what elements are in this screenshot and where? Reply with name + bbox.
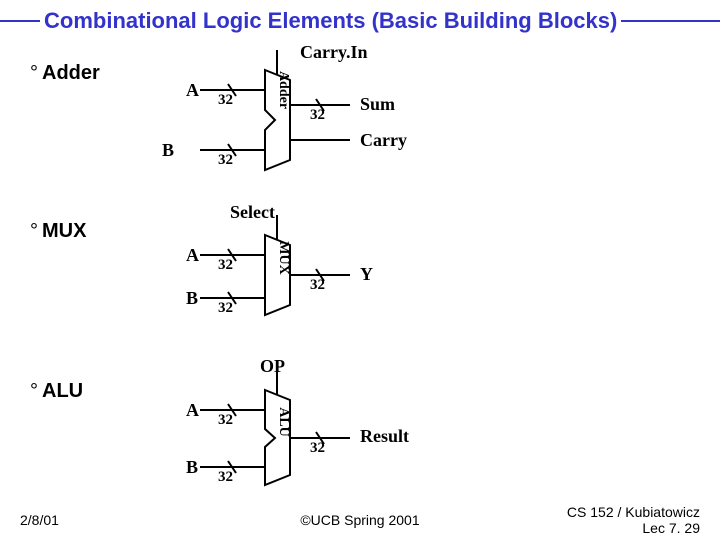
alu-input-a: A bbox=[186, 400, 199, 421]
heading-mux: MUX bbox=[42, 220, 86, 242]
alu-shape bbox=[265, 390, 290, 485]
mux-input-b: B bbox=[186, 288, 198, 309]
alu-bus-out: 32 bbox=[310, 440, 325, 457]
adder-bus-out: 32 bbox=[310, 107, 325, 124]
adder-carry-label: Carry bbox=[360, 130, 407, 151]
mux-y-label: Y bbox=[360, 264, 373, 285]
page-title: Combinational Logic Elements (Basic Buil… bbox=[40, 8, 621, 34]
adder-carryin-label: Carry.In bbox=[300, 42, 368, 63]
bullet-mux: °MUX bbox=[30, 220, 86, 243]
alu-input-b: B bbox=[186, 457, 198, 478]
footer-course-line1: CS 152 / Kubiatowicz bbox=[567, 504, 700, 520]
adder-input-a: A bbox=[186, 80, 199, 101]
adder-input-b: B bbox=[162, 140, 174, 161]
bullet-adder: °Adder bbox=[30, 62, 100, 85]
title-row: Combinational Logic Elements (Basic Buil… bbox=[0, 8, 720, 34]
alu-bus-b: 32 bbox=[218, 469, 233, 486]
mux-bus-a: 32 bbox=[218, 257, 233, 274]
title-rule-right bbox=[621, 20, 720, 22]
footer-course-line2: Lec 7. 29 bbox=[642, 520, 700, 536]
title-rule-left bbox=[0, 20, 40, 22]
mux-bus-b: 32 bbox=[218, 300, 233, 317]
mux-bus-out: 32 bbox=[310, 277, 325, 294]
adder-bus-b: 32 bbox=[218, 152, 233, 169]
heading-alu: ALU bbox=[42, 380, 83, 402]
heading-adder: Adder bbox=[42, 62, 100, 84]
bullet-alu: °ALU bbox=[30, 380, 83, 403]
alu-block-label: ALU bbox=[276, 407, 291, 437]
alu-bus-a: 32 bbox=[218, 412, 233, 429]
footer-course: CS 152 / Kubiatowicz Lec 7. 29 bbox=[567, 504, 700, 536]
adder-block-label: Adder bbox=[276, 71, 291, 109]
mux-block-label: MUX bbox=[276, 241, 291, 274]
adder-bus-a: 32 bbox=[218, 92, 233, 109]
alu-op-label: OP bbox=[260, 356, 285, 377]
alu-result-label: Result bbox=[360, 426, 409, 447]
mux-select-label: Select bbox=[230, 202, 275, 223]
adder-sum-label: Sum bbox=[360, 94, 395, 115]
mux-input-a: A bbox=[186, 245, 199, 266]
